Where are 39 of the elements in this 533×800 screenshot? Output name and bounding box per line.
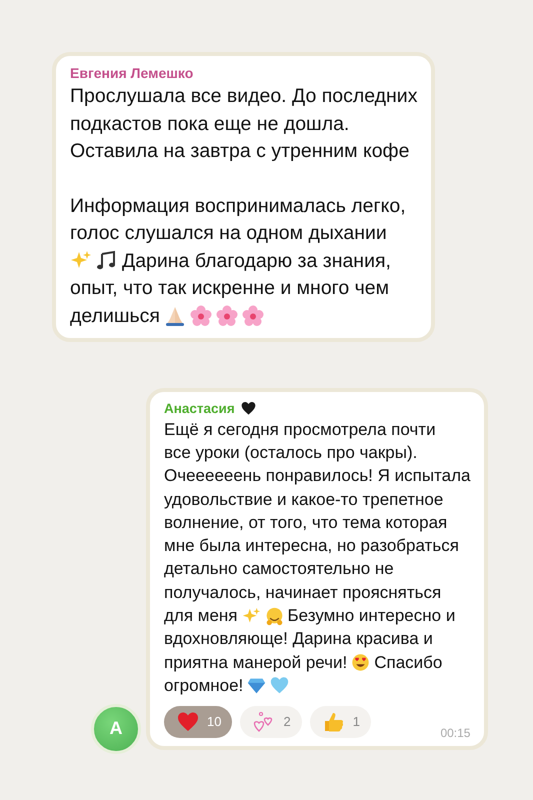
- message-text: Дарина благодарю за знания,: [122, 250, 391, 273]
- reaction-chip[interactable]: 1: [310, 706, 371, 738]
- message-text: Ещё я сегодня просмотрела почти: [164, 420, 436, 440]
- message-text: для меня: [164, 606, 238, 626]
- message-text: детально самостоятельно не: [164, 559, 394, 580]
- sender-name: Евгения Лемешко: [70, 65, 194, 81]
- avatar[interactable]: A: [91, 704, 141, 754]
- message-text: Очеееееень понравилось! Я испытала: [164, 466, 470, 486]
- message-text: приятна манерой речи!: [164, 652, 348, 673]
- heart-icon: [240, 401, 256, 416]
- thumbs-up-icon: [322, 710, 345, 733]
- message-text: волнение, от того, что тема которая: [164, 512, 448, 533]
- message-time: 00:15: [440, 726, 470, 740]
- reaction-chip[interactable]: 10: [164, 706, 232, 738]
- message-text: Информация воспринималась легко,: [70, 194, 406, 218]
- message-text: Прослушала все видео. До последних: [70, 85, 418, 108]
- flower-icon: [190, 305, 212, 328]
- message-text: Спасибо: [374, 652, 442, 673]
- message-text: Оставила на завтра с утренним кофе: [70, 140, 410, 164]
- heart-eyes-face-icon: [351, 653, 370, 672]
- message-text: получалось, начинает проясняться: [164, 582, 442, 603]
- message-text: все уроки (осталось про чакры).: [164, 442, 418, 463]
- message-text: опыт, что так искренне и много чем: [70, 277, 390, 300]
- message-text: огромное!: [164, 676, 244, 696]
- message-text: удовольствие и какое-то трепетное: [164, 490, 444, 510]
- message-text: вдохновляюще! Дарина красива и: [164, 629, 433, 650]
- message-text: подкастов пока еще не дошла.: [70, 112, 350, 136]
- heart-icon: [270, 676, 290, 696]
- heart-icon: [177, 710, 199, 733]
- message-text: Безумно интересно и: [288, 606, 456, 626]
- flower-icon: [216, 305, 238, 328]
- hugging-face-icon: [264, 606, 284, 626]
- gem-icon: [247, 676, 266, 696]
- flower-icon: [242, 305, 264, 328]
- message-text: голос слушался на одном дыхании: [70, 222, 387, 246]
- sender-name: Анастасия: [164, 401, 235, 416]
- message-text: мне была интересна, но разобраться: [164, 536, 459, 556]
- reaction-chip[interactable]: 2: [240, 706, 302, 738]
- message-text: делишься: [70, 304, 160, 328]
